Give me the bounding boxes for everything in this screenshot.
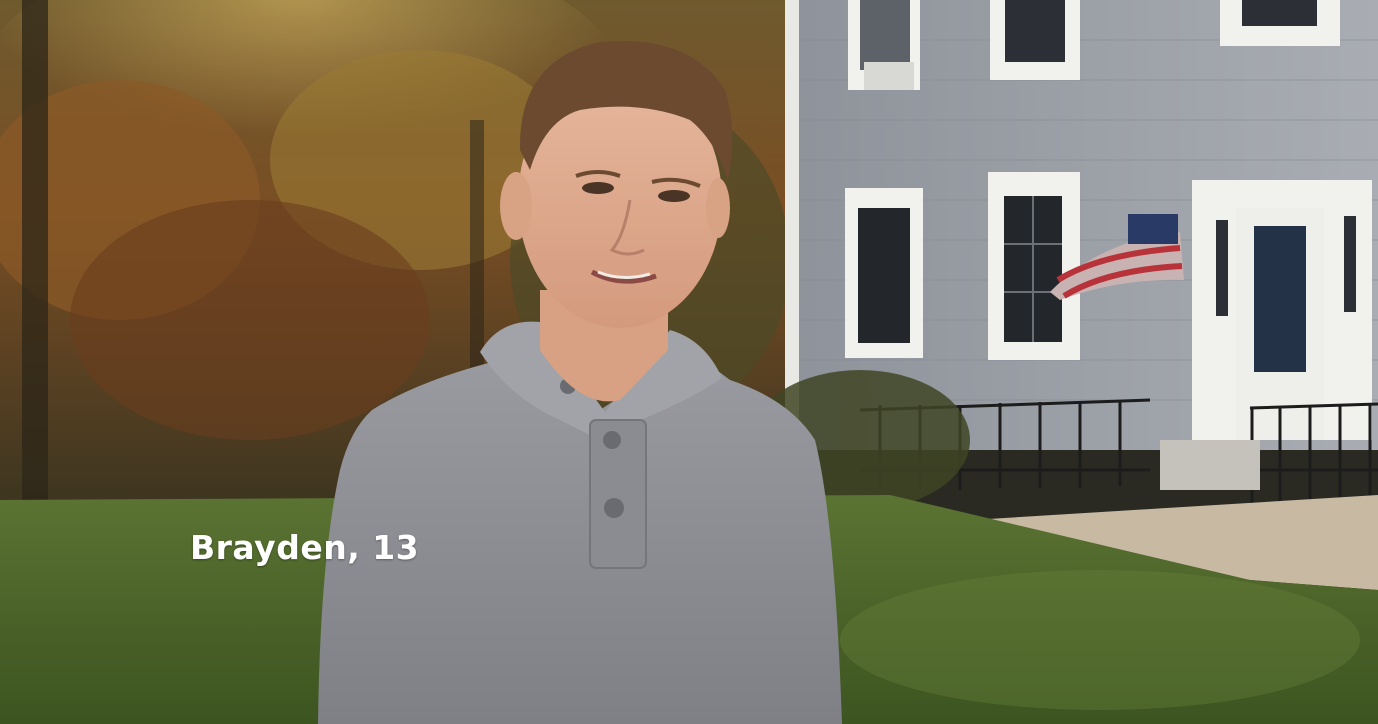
front-door: [1192, 180, 1372, 440]
tree-trunk: [22, 0, 48, 500]
scene-illustration: [0, 0, 1378, 724]
button: [604, 498, 624, 518]
button: [603, 431, 621, 449]
lower-third-caption: Brayden, 13: [190, 528, 420, 567]
video-frame: Brayden, 13: [0, 0, 1378, 724]
